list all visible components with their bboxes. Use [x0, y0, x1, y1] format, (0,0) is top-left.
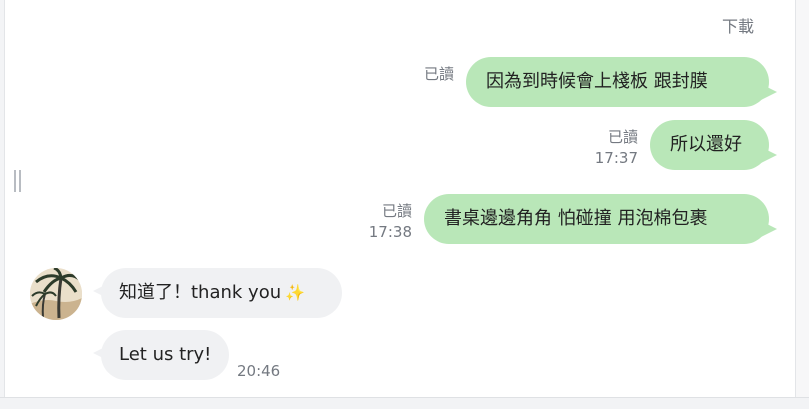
resize-handle[interactable]: [14, 170, 22, 192]
read-receipt: 已讀: [423, 65, 454, 83]
message-text: 所以還好: [670, 134, 742, 155]
outgoing-message-bubble[interactable]: 書桌邊邊角角 怕碰撞 用泡棉包裹: [424, 194, 777, 244]
message-text: 書桌邊邊角角 怕碰撞 用泡棉包裹: [444, 208, 708, 229]
bottom-bar: [0, 397, 809, 409]
chat-scrollbar-track[interactable]: [795, 0, 809, 398]
message-meta: 已讀: [410, 64, 454, 85]
incoming-message-bubble[interactable]: 知道了！thank you ✨: [93, 268, 342, 318]
message-meta: 20:46: [237, 361, 287, 382]
chat-left-edge: [0, 0, 5, 398]
palm-tree-avatar-icon: [30, 268, 82, 320]
outgoing-message-bubble[interactable]: 所以還好: [650, 120, 777, 170]
message-meta: 已讀 17:38: [356, 201, 412, 243]
read-receipt: 已讀: [381, 202, 412, 220]
message-meta: 已讀 17:37: [582, 127, 638, 169]
incoming-message-bubble[interactable]: Let us try!: [93, 330, 229, 380]
sparkles-icon: ✨: [285, 283, 306, 302]
contact-avatar[interactable]: [30, 268, 82, 320]
message-text: 知道了！thank you: [119, 282, 282, 303]
outgoing-message-bubble[interactable]: 因為到時候會上棧板 跟封膜: [466, 57, 777, 107]
message-time: 17:38: [368, 223, 412, 241]
message-text: 因為到時候會上棧板 跟封膜: [486, 71, 708, 92]
read-receipt: 已讀: [607, 128, 638, 146]
message-text: Let us try!: [119, 344, 212, 365]
message-time: 17:37: [594, 149, 638, 167]
message-time: 20:46: [237, 362, 281, 380]
download-link[interactable]: 下載: [722, 13, 754, 37]
